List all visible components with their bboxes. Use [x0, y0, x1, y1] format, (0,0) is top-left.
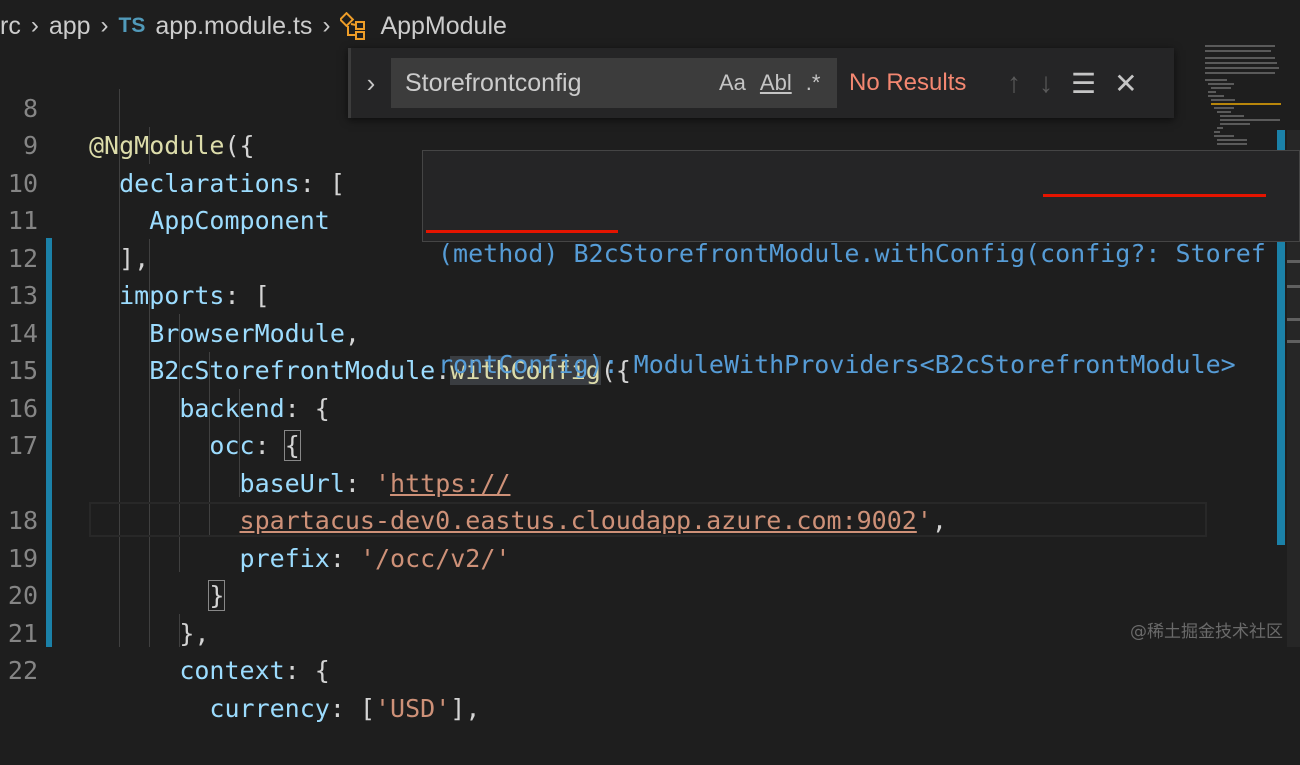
code-line[interactable]: 21 context: {: [0, 577, 1300, 686]
breadcrumb-item-app[interactable]: app: [49, 12, 91, 41]
code-line[interactable]: 20 },: [0, 540, 1300, 648]
code-line-wrapped[interactable]: spartacus-dev0.eastus.cloudapp.azure.com…: [0, 427, 1300, 535]
find-input-value[interactable]: Storefrontconfig: [391, 69, 705, 98]
typescript-file-icon: TS: [118, 14, 146, 37]
regex-icon[interactable]: .*: [806, 70, 821, 96]
chevron-right-icon: ›: [30, 12, 39, 39]
line-number: 22: [7, 656, 38, 685]
chevron-right-icon: ›: [100, 12, 109, 39]
previous-match-arrow-up-icon[interactable]: ↑: [1007, 67, 1021, 99]
find-in-selection-icon[interactable]: ☰: [1071, 67, 1096, 100]
watermark: @稀土掘金技术社区: [1130, 622, 1283, 642]
breadcrumb: rc › app › TS app.module.ts › AppModule: [0, 0, 1300, 52]
toggle-replace-chevron-icon[interactable]: ›: [348, 48, 391, 118]
find-input[interactable]: Storefrontconfig Aa Abl .*: [391, 58, 837, 108]
whole-word-icon[interactable]: Abl: [760, 70, 792, 96]
code-line[interactable]: 22 currency: ['USD'],: [0, 615, 1300, 723]
hover-signature-line-1: (method) B2cStorefrontModule.withConfig(…: [438, 239, 1266, 268]
breadcrumb-item-src[interactable]: rc: [0, 12, 21, 41]
hover-signature-line-2: rontConfig): ModuleWithProviders<B2cStor…: [438, 350, 1236, 379]
red-underline-annotation: [426, 230, 618, 233]
match-case-icon[interactable]: Aa: [719, 70, 746, 96]
code-line[interactable]: 19 }: [0, 502, 1300, 611]
next-match-arrow-down-icon[interactable]: ↓: [1039, 67, 1053, 99]
close-icon[interactable]: ✕: [1114, 67, 1137, 100]
code-line[interactable]: 18 prefix: '/occ/v2/': [0, 465, 1300, 573]
code-text: context: {: [179, 656, 330, 685]
breadcrumb-item-file[interactable]: app.module.ts: [155, 12, 312, 41]
chevron-right-icon: ›: [322, 12, 331, 39]
find-result-status: No Results: [849, 69, 967, 96]
code-text: currency: ['USD'],: [209, 693, 481, 723]
breadcrumb-item-symbol[interactable]: AppModule: [380, 12, 506, 41]
symbol-class-icon: [340, 12, 366, 40]
find-widget: › Storefrontconfig Aa Abl .* No Results …: [348, 48, 1174, 118]
red-underline-annotation: [1043, 194, 1266, 197]
